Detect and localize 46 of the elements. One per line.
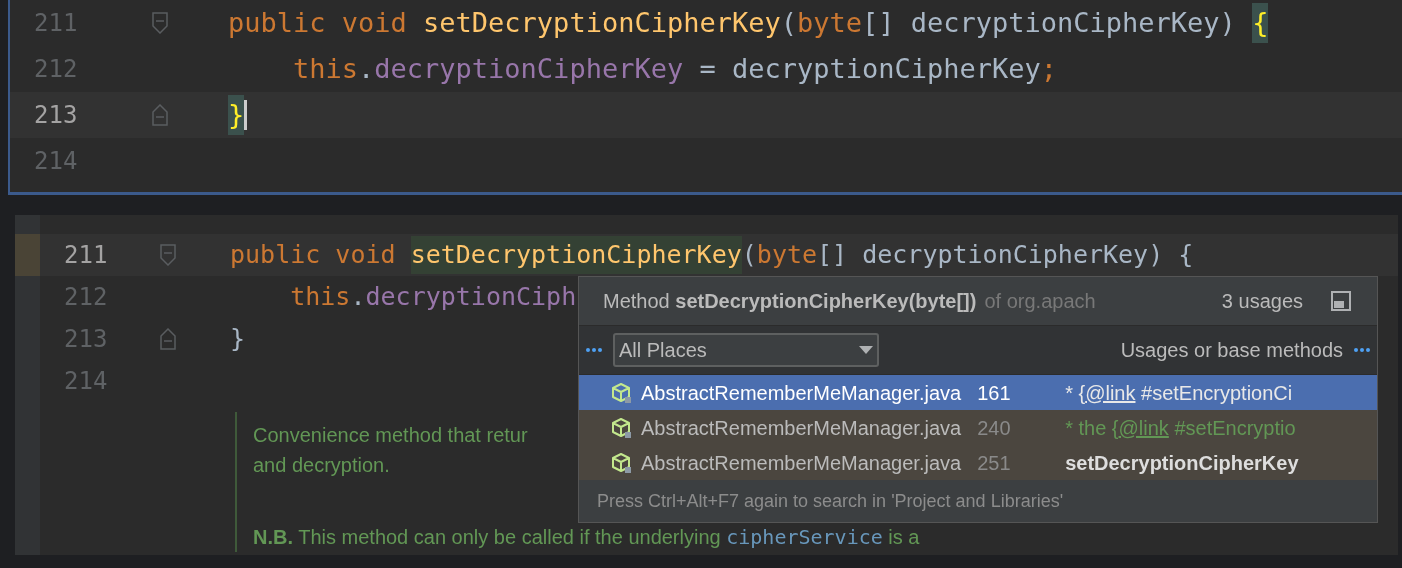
pin-window-icon[interactable] [1331,291,1351,311]
line-number: 212 [33,54,79,85]
line-number: 211 [63,240,109,271]
line-number: 212 [63,282,109,313]
usage-row[interactable]: AbstractRememberMeManager.java 251 setDecryptionCipherKey [579,445,1377,480]
usage-row[interactable]: AbstractRememberMeManager.java 240 * the {@link #setEncryptio [579,410,1377,445]
popup-qualifier: of org.apach [984,289,1097,314]
code-line: } [230,323,246,356]
line-number: 214 [63,366,109,397]
class-file-icon [611,451,633,474]
usage-preview: setDecryptionCipherKey [1064,450,1299,476]
code-line: this.decryptionCipherKey = decryptionCipherKey; [292,51,1058,86]
caret-icon [859,346,873,354]
more-icon[interactable] [1353,347,1371,353]
line-number: 161 [976,380,1012,406]
line-number: 240 [976,415,1012,441]
line-number: 251 [976,450,1012,476]
class-file-icon [611,416,633,439]
scope-dropdown[interactable]: All Places [613,333,879,367]
file-name: AbstractRememberMeManager.java [641,380,962,406]
more-icon[interactable] [585,347,603,353]
doc-comment-text: and decryption. [253,453,390,478]
file-name: AbstractRememberMeManager.java [641,450,962,476]
code-line: this.decryptionCiph [289,281,577,314]
usage-preview: * {@link #setEncryptionCi [1064,380,1293,406]
filter-label: Usages or base methods [1120,338,1343,363]
popup-title: Method setDecryptionCipherKey(byte[]) [603,289,977,314]
fold-icon[interactable] [160,244,176,266]
line-number: 213 [33,100,79,131]
class-file-icon [611,381,633,404]
doc-comment-text: Convenience method that retur [253,423,528,448]
code-line: public void setDecryptionCipherKey(byte[] decryptionCipherKey) { [228,2,1269,44]
change-marker [15,234,40,276]
footer-hint: Press Ctrl+Alt+F7 again to search in 'Project and Libraries' [597,489,1064,513]
line-number: 211 [33,8,79,39]
usage-count: 3 usages [1221,289,1303,314]
doc-comment-text: N.B. This method can only be called if the underlying cipherService is a [253,524,920,551]
code-line: public void setDecryptionCipherKey(byte[] decryptionCipherKey) { [230,236,1194,274]
usage-preview: * the {@link #setEncryptio [1064,415,1296,441]
line-number: 214 [33,146,79,177]
file-name: AbstractRememberMeManager.java [641,415,962,441]
fold-icon[interactable] [152,12,168,34]
line-number: 213 [63,324,109,355]
fold-icon[interactable] [152,104,168,126]
fold-icon[interactable] [160,328,176,350]
usage-row[interactable]: AbstractRememberMeManager.java 161 * {@link #setEncryptionCi [579,375,1377,410]
